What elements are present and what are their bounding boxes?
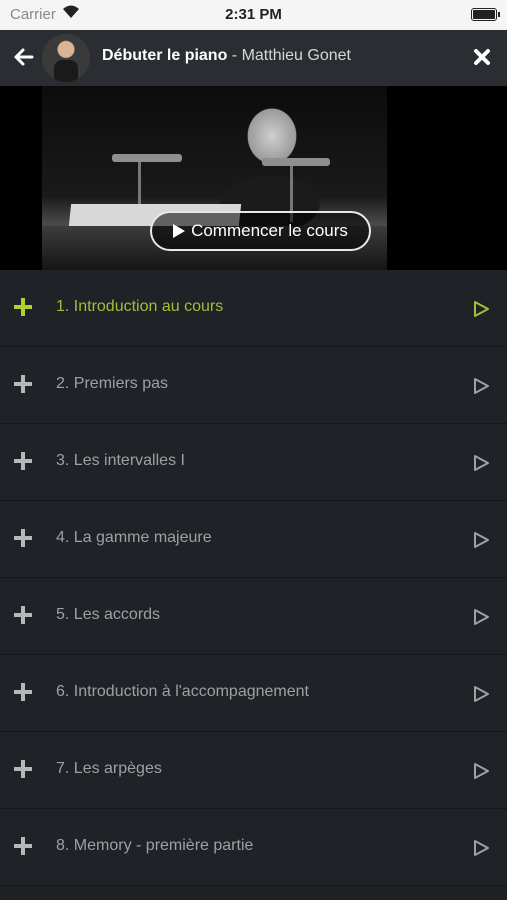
lesson-row-7[interactable]: 7. Les arpèges: [0, 732, 507, 809]
lesson-row-5[interactable]: 5. Les accords: [0, 578, 507, 655]
status-bar: Carrier 2:31 PM: [0, 0, 507, 30]
play-outline-icon[interactable]: [472, 608, 490, 626]
expand-plus-icon[interactable]: [14, 529, 32, 547]
lesson-row-6[interactable]: 6. Introduction à l'accompagnement: [0, 655, 507, 732]
play-outline-icon[interactable]: [472, 300, 490, 318]
expand-plus-icon[interactable]: [14, 760, 32, 778]
lesson-row-8[interactable]: 8. Memory - première partie: [0, 809, 507, 886]
lesson-row-3[interactable]: 3. Les intervalles I: [0, 424, 507, 501]
lesson-label: 1. Introduction au cours: [56, 298, 224, 315]
play-icon: [173, 224, 186, 238]
close-icon[interactable]: [473, 48, 491, 66]
nav-bar: Débuter le piano - Matthieu Gonet: [0, 30, 507, 87]
clock: 2:31 PM: [225, 6, 282, 23]
lesson-label: 3. Les intervalles I: [56, 452, 185, 469]
lesson-label: 5. Les accords: [56, 606, 161, 623]
lesson-label: 8. Memory - première partie: [56, 837, 254, 854]
course-hero: Commencer le cours: [0, 86, 507, 270]
play-outline-icon[interactable]: [472, 377, 490, 395]
play-outline-icon[interactable]: [472, 685, 490, 703]
play-outline-icon[interactable]: [472, 762, 490, 780]
play-outline-icon[interactable]: [472, 454, 490, 472]
expand-plus-icon[interactable]: [14, 452, 32, 470]
lesson-label: 7. Les arpèges: [56, 760, 162, 777]
battery-icon: [471, 8, 500, 21]
lesson-list: 1. Introduction au cours 2. Premiers pas…: [0, 270, 507, 886]
back-arrow-icon[interactable]: [12, 45, 36, 69]
lesson-row-4[interactable]: 4. La gamme majeure: [0, 501, 507, 578]
expand-plus-icon[interactable]: [14, 837, 32, 855]
lesson-row-1[interactable]: 1. Introduction au cours: [0, 270, 507, 347]
expand-plus-icon[interactable]: [14, 606, 32, 624]
lesson-row-2[interactable]: 2. Premiers pas: [0, 347, 507, 424]
course-author: - Matthieu Gonet: [227, 47, 351, 64]
expand-plus-icon[interactable]: [14, 375, 32, 393]
expand-plus-icon[interactable]: [14, 683, 32, 701]
lesson-label: 6. Introduction à l'accompagnement: [56, 683, 309, 700]
start-course-button[interactable]: Commencer le cours: [150, 211, 371, 251]
instructor-avatar: [42, 34, 90, 82]
lesson-label: 4. La gamme majeure: [56, 529, 212, 546]
play-outline-icon[interactable]: [472, 839, 490, 857]
expand-plus-icon[interactable]: [14, 298, 32, 316]
lesson-label: 2. Premiers pas: [56, 375, 169, 392]
course-title: Débuter le piano - Matthieu Gonet: [102, 47, 351, 65]
start-course-label: Commencer le cours: [191, 221, 348, 240]
play-outline-icon[interactable]: [472, 531, 490, 549]
course-name: Débuter le piano: [102, 47, 228, 64]
